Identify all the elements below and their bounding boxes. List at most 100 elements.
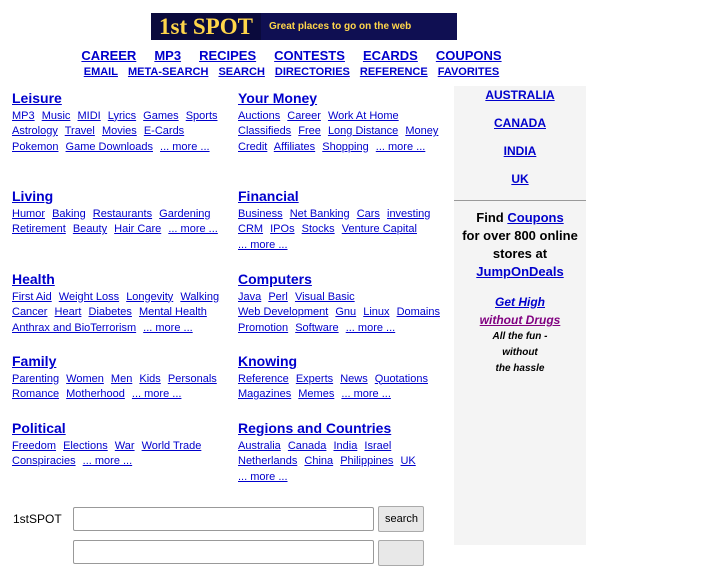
more-link[interactable]: ... more ...	[132, 388, 182, 400]
category-link[interactable]: Domains	[397, 306, 440, 318]
category-link[interactable]: Motherhood	[66, 388, 125, 400]
category-heading[interactable]: Health	[12, 271, 232, 288]
category-link[interactable]: Travel	[65, 125, 95, 137]
category-link[interactable]: Money	[405, 125, 438, 137]
country-uk[interactable]: UK	[454, 172, 586, 186]
category-link[interactable]: Game Downloads	[66, 141, 153, 153]
category-link[interactable]: Parenting	[12, 373, 59, 385]
category-link[interactable]: Israel	[364, 440, 391, 452]
nav-ecards[interactable]: ECARDS	[363, 48, 418, 63]
nav-coupons[interactable]: COUPONS	[436, 48, 502, 63]
category-link[interactable]: Career	[287, 110, 321, 122]
category-link[interactable]: Weight Loss	[59, 291, 119, 303]
country-india[interactable]: INDIA	[454, 144, 586, 158]
category-link[interactable]: China	[304, 455, 333, 467]
category-link[interactable]: Classifieds	[238, 125, 291, 137]
category-link[interactable]: First Aid	[12, 291, 52, 303]
category-link[interactable]: Retirement	[12, 223, 66, 235]
category-link[interactable]: Philippines	[340, 455, 393, 467]
category-link[interactable]: CRM	[238, 223, 263, 235]
category-heading[interactable]: Leisure	[12, 90, 232, 107]
category-link[interactable]: investing	[387, 208, 430, 220]
category-link[interactable]: Quotations	[375, 373, 428, 385]
category-link[interactable]: Men	[111, 373, 132, 385]
category-heading[interactable]: Knowing	[238, 353, 446, 370]
category-heading[interactable]: Your Money	[238, 90, 446, 107]
second-search-input[interactable]	[73, 540, 374, 564]
category-link[interactable]: Hair Care	[114, 223, 161, 235]
country-canada[interactable]: CANADA	[454, 116, 586, 130]
category-link[interactable]: Australia	[238, 440, 281, 452]
category-link[interactable]: Gardening	[159, 208, 210, 220]
category-link[interactable]: Long Distance	[328, 125, 398, 137]
without-drugs-link[interactable]: without Drugs	[480, 313, 561, 327]
nav-meta-search[interactable]: META-SEARCH	[128, 66, 208, 78]
category-heading[interactable]: Financial	[238, 188, 446, 205]
category-link[interactable]: Promotion	[238, 322, 288, 334]
category-link[interactable]: Business	[238, 208, 283, 220]
category-link[interactable]: Canada	[288, 440, 327, 452]
category-link[interactable]: Shopping	[322, 141, 369, 153]
nav-search[interactable]: SEARCH	[218, 66, 264, 78]
category-link[interactable]: India	[333, 440, 357, 452]
category-link[interactable]: Freedom	[12, 440, 56, 452]
site-logo[interactable]: 1st SPOT Great places to go on the web	[151, 13, 457, 40]
category-link[interactable]: Anthrax and BioTerrorism	[12, 322, 136, 334]
category-link[interactable]: Stocks	[302, 223, 335, 235]
more-link[interactable]: ... more ...	[346, 322, 396, 334]
category-link[interactable]: Baking	[52, 208, 86, 220]
category-link[interactable]: Experts	[296, 373, 333, 385]
category-heading[interactable]: Living	[12, 188, 232, 205]
more-link[interactable]: ... more ...	[160, 141, 210, 153]
category-link[interactable]: Cancer	[12, 306, 47, 318]
category-link[interactable]: Web Development	[238, 306, 328, 318]
category-link[interactable]: Heart	[55, 306, 82, 318]
category-link[interactable]: Work At Home	[328, 110, 399, 122]
category-link[interactable]: Auctions	[238, 110, 280, 122]
category-link[interactable]: Games	[143, 110, 178, 122]
nav-career[interactable]: CAREER	[81, 48, 136, 63]
search-button[interactable]: search	[378, 506, 424, 532]
nav-contests[interactable]: CONTESTS	[274, 48, 345, 63]
category-link[interactable]: Longevity	[126, 291, 173, 303]
category-link[interactable]: Personals	[168, 373, 217, 385]
category-heading[interactable]: Family	[12, 353, 232, 370]
category-link[interactable]: Kids	[139, 373, 160, 385]
category-link[interactable]: Restaurants	[93, 208, 152, 220]
nav-directories[interactable]: DIRECTORIES	[275, 66, 350, 78]
category-link[interactable]: Perl	[268, 291, 288, 303]
category-link[interactable]: Astrology	[12, 125, 58, 137]
more-link[interactable]: ... more ...	[143, 322, 193, 334]
coupon-link[interactable]: Coupons	[507, 210, 563, 225]
nav-mp3[interactable]: MP3	[154, 48, 181, 63]
category-link[interactable]: News	[340, 373, 368, 385]
category-link[interactable]: Memes	[298, 388, 334, 400]
category-link[interactable]: MIDI	[77, 110, 100, 122]
category-link[interactable]: Java	[238, 291, 261, 303]
category-heading[interactable]: Regions and Countries	[238, 420, 446, 437]
category-link[interactable]: Romance	[12, 388, 59, 400]
category-link[interactable]: Humor	[12, 208, 45, 220]
more-link[interactable]: ... more ...	[376, 141, 426, 153]
category-link[interactable]: War	[115, 440, 135, 452]
category-link[interactable]: UK	[400, 455, 415, 467]
category-link[interactable]: Conspiracies	[12, 455, 76, 467]
jumpondeals-link[interactable]: JumpOnDeals	[476, 264, 563, 279]
category-link[interactable]: Lyrics	[108, 110, 136, 122]
more-link[interactable]: ... more ...	[341, 388, 391, 400]
category-link[interactable]: Women	[66, 373, 104, 385]
category-link[interactable]: Walking	[180, 291, 219, 303]
category-link[interactable]: Reference	[238, 373, 289, 385]
nav-favorites[interactable]: FAVORITES	[438, 66, 500, 78]
more-link[interactable]: ... more ...	[238, 471, 288, 483]
category-link[interactable]: Elections	[63, 440, 108, 452]
category-link[interactable]: E-Cards	[144, 125, 184, 137]
category-link[interactable]: Music	[42, 110, 71, 122]
country-australia[interactable]: AUSTRALIA	[454, 88, 586, 102]
category-link[interactable]: Gnu	[335, 306, 356, 318]
search-input[interactable]	[73, 507, 374, 531]
category-link[interactable]: Net Banking	[290, 208, 350, 220]
category-heading[interactable]: Political	[12, 420, 232, 437]
category-link[interactable]: Software	[295, 322, 338, 334]
category-link[interactable]: Sports	[186, 110, 218, 122]
